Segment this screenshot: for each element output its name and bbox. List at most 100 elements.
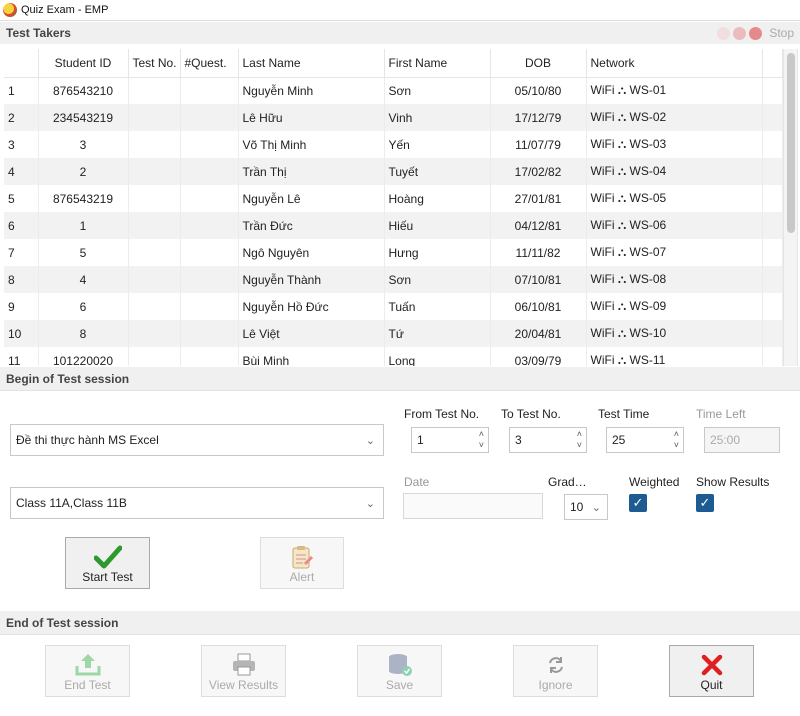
col-header-network[interactable]: Network (586, 49, 763, 78)
table-row[interactable]: 9 6 Nguyễn Hồ Đức Tuấn 06/10/81 WiFi ⛬ WS-09 (4, 293, 783, 320)
from-test-no-label: From Test No. (404, 407, 480, 421)
app-logo-icon (3, 3, 17, 17)
grade-label: Grad… (548, 475, 587, 489)
begin-session-header: Begin of Test session (0, 367, 800, 391)
status-dot-2-icon (733, 26, 747, 40)
cell-test-no (128, 104, 181, 131)
class-select[interactable]: Class 11A,Class 11B ⌄ (10, 487, 384, 519)
show-results-label: Show Results (696, 475, 770, 489)
weighted-checkbox[interactable]: ✓ (629, 494, 647, 512)
table-row[interactable]: 6 1 Trần Đức Hiếu 04/12/81 WiFi ⛬ WS-06 (4, 212, 783, 239)
cell-test-no (128, 77, 181, 104)
col-header-last-name[interactable]: Last Name (238, 49, 385, 78)
alert-button[interactable]: Alert (260, 537, 344, 589)
date-field[interactable] (403, 493, 543, 519)
cell-last-name: Trần Đức (238, 212, 385, 239)
cell-num-questions (180, 104, 239, 131)
table-row[interactable]: 10 8 Lê Việt Tứ 20/04/81 WiFi ⛬ WS-10 (4, 320, 783, 347)
end-test-button[interactable]: End Test (45, 645, 130, 697)
close-icon (698, 652, 726, 678)
grid-vertical-scrollbar[interactable] (783, 49, 797, 366)
cell-row-index: 5 (4, 185, 39, 212)
show-results-checkbox[interactable]: ✓ (696, 494, 714, 512)
cell-last-name: Lê Hữu (238, 104, 385, 131)
cell-test-no (128, 212, 181, 239)
cell-row-index: 1 (4, 77, 39, 104)
to-test-no-value: 3 (515, 433, 522, 447)
test-takers-title: Test Takers (6, 26, 71, 40)
cell-num-questions (180, 158, 239, 185)
table-row[interactable]: 1 876543210 Nguyễn Minh Sơn 05/10/80 WiFi ⛬ W… (4, 77, 783, 104)
cell-student-id: 6 (38, 293, 129, 320)
table-row[interactable]: 5 876543219 Nguyễn Lê Hoàng 27/01/81 WiFi ⛬ W… (4, 185, 783, 212)
cell-last-name: Bùi Minh (238, 347, 385, 366)
cell-dob: 11/11/82 (490, 239, 587, 266)
table-row[interactable]: 8 4 Nguyễn Thành Sơn 07/10/81 WiFi ⛬ WS-08 (4, 266, 783, 293)
stop-control[interactable]: Stop (717, 22, 794, 44)
time-left-value: 25:00 (710, 433, 741, 447)
cell-network: WiFi ⛬ WS-02 (586, 104, 763, 131)
cell-first-name: Sơn (384, 77, 491, 104)
cell-last-name: Trần Thị (238, 158, 385, 185)
table-row[interactable]: 4 2 Trần Thị Tuyết 17/02/82 WiFi ⛬ WS-04 (4, 158, 783, 185)
test-takers-grid[interactable]: Student ID Test No. #Quest. Last Name Fi… (4, 49, 798, 366)
cell-row-index: 7 (4, 239, 39, 266)
cell-dob: 04/12/81 (490, 212, 587, 239)
grade-select[interactable]: 10 ⌄ (564, 494, 608, 520)
col-header-dob[interactable]: DOB (490, 49, 587, 78)
title-bar: Quiz Exam - EMP (0, 0, 800, 21)
col-header-student-id[interactable]: Student ID (38, 49, 129, 78)
spinner-arrows-icon[interactable]: ˄ ˅ (674, 429, 679, 451)
cell-student-id: 234543219 (38, 104, 129, 131)
class-select-value: Class 11A,Class 11B (16, 496, 127, 510)
spinner-arrows-icon[interactable]: ˄ ˅ (479, 429, 484, 451)
cell-first-name: Hiếu (384, 212, 491, 239)
cell-num-questions (180, 77, 239, 104)
cell-num-questions (180, 131, 239, 158)
col-header-test-no[interactable]: Test No. (128, 49, 181, 78)
ignore-button[interactable]: Ignore (513, 645, 598, 697)
cell-num-questions (180, 266, 239, 293)
to-test-no-spinner[interactable]: 3 ˄ ˅ (509, 427, 587, 453)
cell-dob: 11/07/79 (490, 131, 587, 158)
cell-row-index: 10 (4, 320, 39, 347)
cell-network: WiFi ⛬ WS-08 (586, 266, 763, 293)
cell-filler (762, 77, 783, 104)
stop-button[interactable]: Stop (769, 26, 794, 40)
grid-header-row: Student ID Test No. #Quest. Last Name Fi… (4, 49, 783, 78)
spinner-arrows-icon[interactable]: ˄ ˅ (577, 429, 582, 451)
table-row[interactable]: 2 234543219 Lê Hữu Vinh 17/12/79 WiFi ⛬ WS-02 (4, 104, 783, 131)
col-header-first-name[interactable]: First Name (384, 49, 491, 78)
cell-filler (762, 347, 783, 366)
cell-first-name: Sơn (384, 266, 491, 293)
cell-last-name: Nguyễn Lê (238, 185, 385, 212)
save-button[interactable]: Save (357, 645, 442, 697)
from-test-no-spinner[interactable]: 1 ˄ ˅ (411, 427, 489, 453)
table-row[interactable]: 7 5 Ngô Nguyên Hưng 11/11/82 WiFi ⛬ WS-07 (4, 239, 783, 266)
cell-filler (762, 320, 783, 347)
view-results-button[interactable]: View Results (201, 645, 286, 697)
start-test-button[interactable]: Start Test (65, 537, 150, 589)
database-save-icon (386, 652, 414, 678)
col-header-num-questions[interactable]: #Quest. (180, 49, 239, 78)
time-left-field: 25:00 (704, 427, 780, 453)
table-row[interactable]: 11 101220020 Bùi Minh Long 03/09/79 WiFi ⛬ WS… (4, 347, 783, 366)
cell-test-no (128, 347, 181, 366)
save-label: Save (385, 678, 414, 692)
test-time-spinner[interactable]: 25 ˄ ˅ (606, 427, 684, 453)
col-header-index[interactable] (4, 49, 39, 78)
cell-test-no (128, 320, 181, 347)
cell-row-index: 11 (4, 347, 39, 366)
grade-select-value: 10 (570, 500, 584, 514)
table-row[interactable]: 3 3 Võ Thị Minh Yến 11/07/79 WiFi ⛬ WS-03 (4, 131, 783, 158)
end-session-header: End of Test session (0, 611, 800, 635)
test-time-label: Test Time (598, 407, 650, 421)
quit-button[interactable]: Quit (669, 645, 754, 697)
cell-dob: 07/10/81 (490, 266, 587, 293)
exam-select[interactable]: Đề thi thực hành MS Excel ⌄ (10, 424, 384, 456)
cell-test-no (128, 293, 181, 320)
cell-network: WiFi ⛬ WS-03 (586, 131, 763, 158)
cell-test-no (128, 239, 181, 266)
grid-scroll-thumb[interactable] (787, 53, 795, 233)
cell-first-name: Long (384, 347, 491, 366)
